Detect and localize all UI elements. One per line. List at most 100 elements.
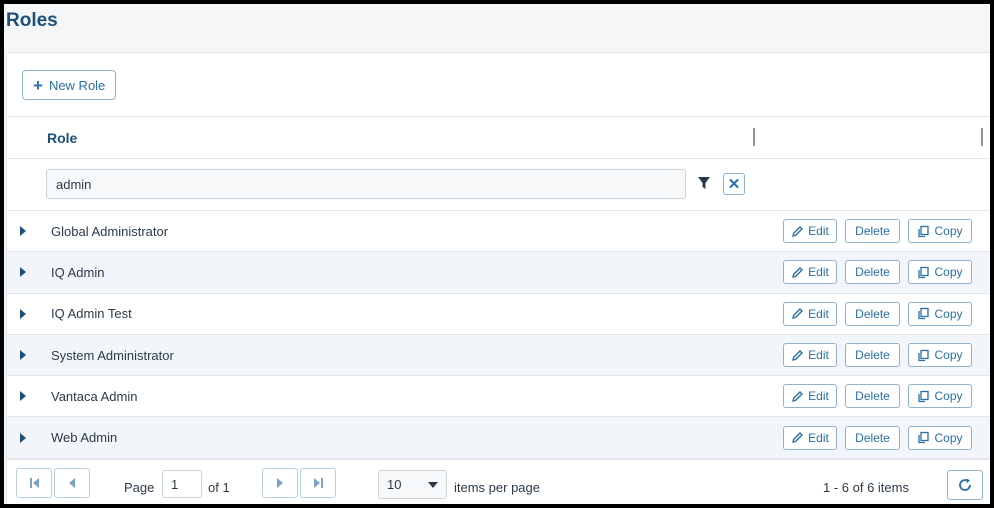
copy-icon [918,431,930,444]
prev-page-icon [69,478,75,488]
edit-label: Edit [808,306,829,321]
pencil-icon [792,308,804,320]
delete-button[interactable]: Delete [845,260,900,285]
pencil-icon [792,225,804,237]
edit-label: Edit [808,265,829,280]
filter-icon[interactable] [697,175,711,191]
pencil-icon [792,390,804,402]
table-row[interactable]: Vantaca Admin Edit Delete Copy [7,376,990,418]
page-size-value: 10 [387,477,402,492]
copy-label: Copy [934,265,963,280]
page-size-select[interactable]: 10 [378,470,447,499]
table-row[interactable]: Global Administrator Edit Delete Copy [7,211,990,253]
copy-button[interactable]: Copy [908,384,972,409]
grid-header: Role [7,117,990,159]
pencil-icon [792,266,804,278]
expand-row-icon[interactable] [20,267,26,278]
table-row[interactable]: Web Admin Edit Delete Copy [7,417,990,459]
last-page-icon [313,478,323,488]
column-resize-handle[interactable] [753,128,755,146]
edit-label: Edit [808,430,829,445]
copy-icon [918,390,930,402]
copy-icon [918,308,930,320]
page-count: of 1 [208,480,230,495]
role-name: IQ Admin Test [51,306,132,322]
roles-grid: + New Role Role ✕ Global Administrator Ed… [6,52,990,504]
table-row[interactable]: IQ Admin Test Edit Delete Copy [7,294,990,335]
role-name: Vantaca Admin [51,388,138,404]
role-filter-input[interactable] [46,169,686,199]
pencil-icon [792,349,804,361]
dropdown-icon [428,481,438,488]
filter-row: ✕ [7,159,990,211]
pencil-icon [792,432,804,444]
role-name: System Administrator [51,347,174,363]
edit-button[interactable]: Edit [783,301,837,326]
copy-icon [918,225,930,237]
copy-icon [918,349,930,361]
refresh-button[interactable] [947,470,983,500]
delete-button[interactable]: Delete [845,343,900,368]
copy-label: Copy [934,348,963,363]
delete-label: Delete [855,224,890,239]
copy-button[interactable]: Copy [908,260,972,285]
copy-button[interactable]: Copy [908,425,972,450]
expand-row-icon[interactable] [20,350,26,361]
copy-label: Copy [934,389,963,404]
last-page-button[interactable] [300,468,336,498]
copy-label: Copy [934,430,963,445]
role-name: Global Administrator [51,223,169,239]
delete-button[interactable]: Delete [845,425,900,450]
copy-button[interactable]: Copy [908,301,972,326]
next-page-button[interactable] [262,468,298,498]
expand-row-icon[interactable] [20,391,26,402]
edit-label: Edit [808,224,829,239]
copy-button[interactable]: Copy [908,343,972,368]
items-per-page-label: items per page [454,480,540,495]
delete-label: Delete [855,430,890,445]
expand-row-icon[interactable] [20,226,26,237]
edit-button[interactable]: Edit [783,343,837,368]
table-row[interactable]: System Administrator Edit Delete Copy [7,334,990,377]
grid-rows: Global Administrator Edit Delete Copy IQ Adm… [7,211,990,459]
delete-button[interactable]: Delete [845,301,900,326]
grid-toolbar: + New Role [7,53,990,117]
page-title: Roles [6,10,58,31]
edit-label: Edit [808,348,829,363]
delete-button[interactable]: Delete [845,384,900,409]
copy-label: Copy [934,306,963,321]
new-role-label: New Role [48,77,106,93]
next-page-icon [277,478,283,488]
first-page-button[interactable] [16,468,52,498]
edit-button[interactable]: Edit [783,384,837,409]
prev-page-button[interactable] [54,468,90,498]
plus-icon: + [33,75,43,95]
pager-summary: 1 - 6 of 6 items [823,480,909,495]
close-icon: ✕ [727,176,741,193]
delete-label: Delete [855,389,890,404]
clear-filter-button[interactable]: ✕ [723,173,745,195]
copy-label: Copy [934,224,963,239]
copy-icon [918,266,930,279]
edit-label: Edit [808,389,829,404]
delete-button[interactable]: Delete [845,219,900,244]
roles-page: Roles + New Role Role ✕ Global Administr… [4,4,990,504]
column-header-role[interactable]: Role [47,130,77,146]
edit-button[interactable]: Edit [783,219,837,244]
expand-row-icon[interactable] [20,308,26,319]
table-row[interactable]: IQ Admin Edit Delete Copy [7,252,990,294]
role-name: Web Admin [51,430,118,446]
refresh-icon [959,478,971,491]
delete-label: Delete [855,306,890,321]
new-role-button[interactable]: + New Role [22,70,117,100]
delete-label: Delete [855,265,890,280]
page-number-input[interactable]: 1 [162,470,202,498]
page-label: Page [124,480,155,495]
copy-button[interactable]: Copy [908,219,972,244]
expand-row-icon[interactable] [20,432,26,443]
edit-button[interactable]: Edit [783,425,837,450]
role-name: IQ Admin [51,264,105,280]
column-resize-handle[interactable] [981,128,983,146]
edit-button[interactable]: Edit [783,260,837,285]
pager: Page 1 of 1 10 items per page 1 - 6 of 6… [7,459,990,504]
